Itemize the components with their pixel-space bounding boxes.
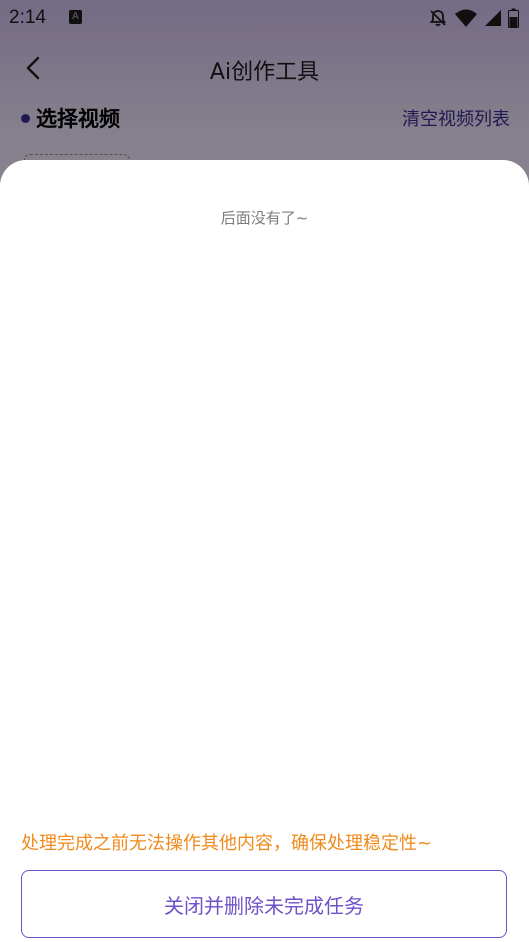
processing-warning: 处理完成之前无法操作其他内容，确保处理稳定性~: [21, 833, 433, 854]
close-and-delete-button[interactable]: 关闭并删除未完成任务: [21, 870, 507, 938]
screen: 2:14 A Ai创作工具 选择视频 清空视频列表 后面没有了~ 处理完成之前无…: [0, 0, 529, 942]
end-of-list-text: 后面没有了~: [220, 209, 309, 227]
bottom-sheet: 后面没有了~ 处理完成之前无法操作其他内容，确保处理稳定性~ 关闭并删除未完成任…: [0, 160, 529, 942]
